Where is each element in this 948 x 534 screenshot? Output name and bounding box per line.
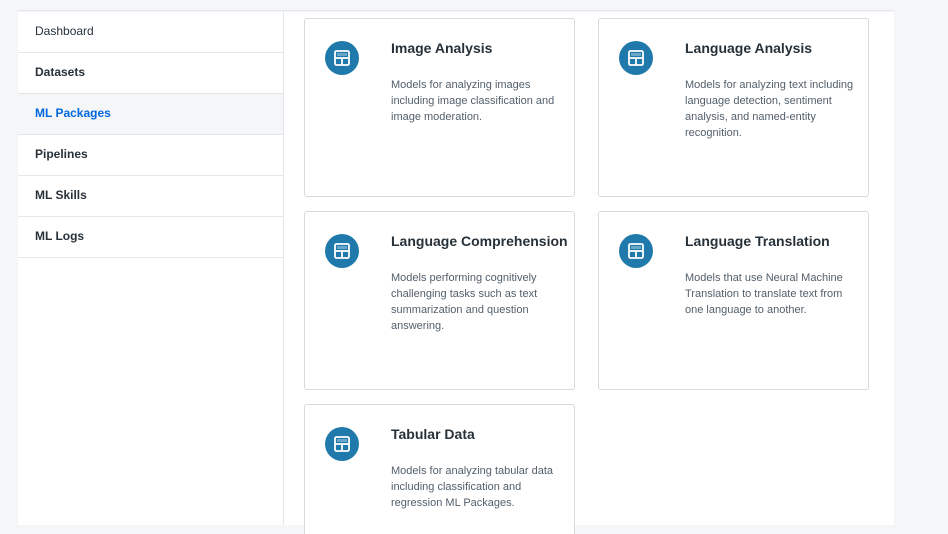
- card-title: Language Analysis: [685, 40, 813, 56]
- sidebar-item-dashboard[interactable]: Dashboard: [18, 12, 283, 53]
- card-title: Language Comprehension: [391, 233, 568, 249]
- sidebar-item-ml-packages[interactable]: ML Packages: [18, 94, 283, 135]
- package-card-language-comprehension[interactable]: Language Comprehension Models performing…: [304, 211, 575, 390]
- sidebar-item-ml-skills[interactable]: ML Skills: [18, 176, 283, 217]
- package-card-language-analysis[interactable]: Language Analysis Models for analyzing t…: [598, 18, 869, 197]
- package-card-language-translation[interactable]: Language Translation Models that use Neu…: [598, 211, 869, 390]
- card-description: Models for analyzing tabular data includ…: [391, 465, 554, 509]
- card-title: Language Translation: [685, 233, 830, 249]
- app-frame: Dashboard Datasets ML Packages Pipelines…: [0, 0, 948, 534]
- package-icon: [325, 41, 359, 75]
- sidebar: Dashboard Datasets ML Packages Pipelines…: [18, 12, 284, 525]
- package-icon: [619, 234, 653, 268]
- package-icon: [619, 41, 653, 75]
- package-icon: [325, 234, 359, 268]
- top-divider: [18, 10, 893, 11]
- card-description: Models for analyzing text including lang…: [685, 79, 854, 139]
- sidebar-item-pipelines[interactable]: Pipelines: [18, 135, 283, 176]
- card-description: Models for analyzing images including im…: [391, 79, 555, 123]
- card-title: Image Analysis: [391, 40, 493, 56]
- sidebar-item-ml-logs[interactable]: ML Logs: [18, 217, 283, 258]
- card-description: Models that use Neural Machine Translati…: [685, 272, 843, 316]
- package-grid: Image Analysis Models for analyzing imag…: [284, 12, 894, 534]
- package-icon: [325, 427, 359, 461]
- card-title: Tabular Data: [391, 426, 475, 442]
- package-card-tabular-data[interactable]: Tabular Data Models for analyzing tabula…: [304, 404, 575, 534]
- sidebar-item-datasets[interactable]: Datasets: [18, 53, 283, 94]
- package-card-image-analysis[interactable]: Image Analysis Models for analyzing imag…: [304, 18, 575, 197]
- card-description: Models performing cognitively challengin…: [391, 272, 538, 332]
